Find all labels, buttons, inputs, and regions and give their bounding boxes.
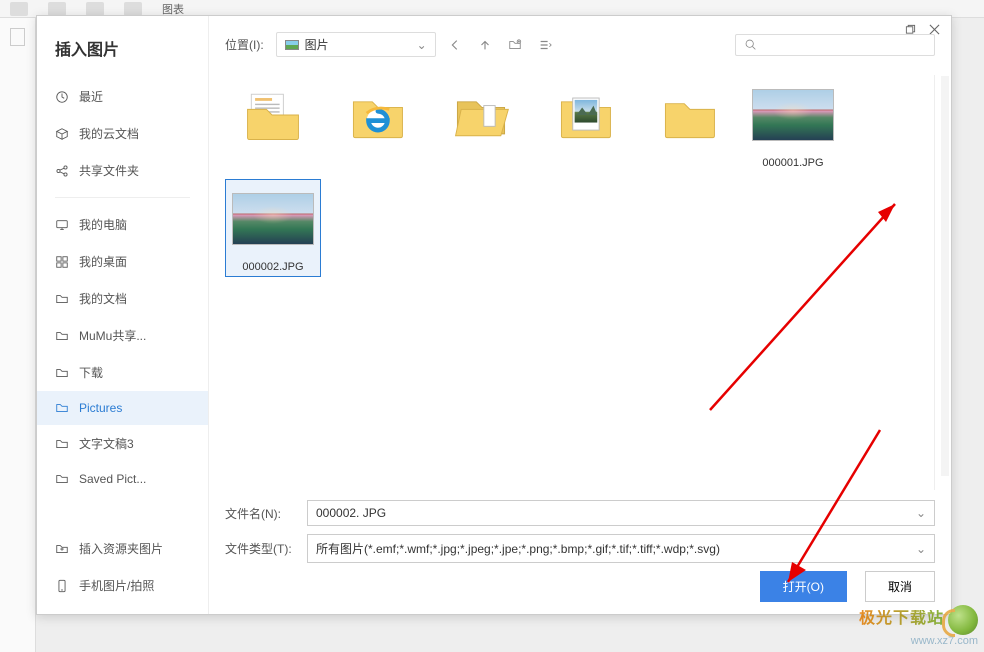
chevron-down-icon: ⌄ (916, 542, 926, 556)
phone-icon (55, 579, 69, 593)
cube-icon (55, 127, 69, 141)
nav-label: 我的电脑 (79, 216, 127, 233)
nav-label: 文字文稿3 (79, 435, 134, 452)
search-input[interactable] (763, 38, 926, 52)
filename-input[interactable]: 000002. JPG ⌄ (307, 500, 935, 526)
folder-open-icon (448, 87, 514, 143)
nav-savedpict[interactable]: Saved Pict... (37, 462, 208, 496)
folder-icon (55, 292, 69, 306)
grid-icon (55, 255, 69, 269)
file-item-folder[interactable] (225, 75, 321, 173)
chevron-down-icon: ⌄ (916, 506, 926, 520)
host-sidebar (0, 18, 36, 652)
folder-icon (55, 472, 69, 486)
nav-label: 最近 (79, 88, 103, 105)
nav-mumu[interactable]: MuMu共享... (37, 317, 208, 354)
filetype-value: 所有图片(*.emf;*.wmf;*.jpg;*.jpeg;*.jpe;*.pn… (316, 540, 720, 557)
file-label: 000001.JPG (749, 157, 837, 169)
scrollbar[interactable] (941, 76, 949, 476)
search-icon (744, 38, 757, 51)
new-folder-button[interactable] (504, 34, 526, 56)
nav-recent[interactable]: 最近 (37, 78, 208, 115)
chevron-down-icon: ⌄ (417, 38, 427, 52)
nav-desktop[interactable]: 我的桌面 (37, 243, 208, 280)
file-item-folder[interactable] (433, 75, 529, 173)
folder-icon (656, 87, 722, 143)
image-thumbnail (232, 193, 314, 245)
nav-label: 插入资源夹图片 (79, 540, 163, 557)
location-label: 位置(I): (225, 36, 264, 53)
insert-image-dialog: 插入图片 最近 我的云文档 共享文件夹 我的电脑 我的桌面 (36, 15, 952, 615)
watermark: 极光下载站 www.xz7.com (859, 605, 978, 648)
folder-icon (240, 87, 306, 143)
file-item-image[interactable]: 000002.JPG (225, 179, 321, 277)
search-box[interactable] (735, 34, 935, 56)
folder-icon (55, 366, 69, 380)
view-mode-button[interactable] (534, 34, 556, 56)
clock-icon (55, 90, 69, 104)
dialog-sidebar: 插入图片 最近 我的云文档 共享文件夹 我的电脑 我的桌面 (37, 16, 209, 614)
nav-label: Pictures (79, 401, 122, 415)
location-select[interactable]: 图片 ⌄ (276, 32, 436, 57)
filename-value: 000002. JPG (316, 506, 386, 520)
filename-label: 文件名(N): (225, 505, 297, 522)
nav-computer[interactable]: 我的电脑 (37, 206, 208, 243)
nav-label: Saved Pict... (79, 472, 146, 486)
folder-icon (55, 401, 69, 415)
open-button[interactable]: 打开(O) (760, 571, 847, 602)
watermark-text: 极光下载站 (859, 610, 944, 627)
filetype-label: 文件类型(T): (225, 540, 297, 557)
watermark-url: www.xz7.com (859, 635, 978, 648)
file-item-folder[interactable] (329, 75, 425, 173)
nav-label: 下载 (79, 364, 103, 381)
nav-pictures[interactable]: Pictures (37, 391, 208, 425)
nav-shared[interactable]: 共享文件夹 (37, 152, 208, 189)
folder-icon (552, 87, 618, 143)
image-thumbnail (752, 89, 834, 141)
back-button[interactable] (444, 34, 466, 56)
nav-label: 我的文档 (79, 290, 127, 307)
nav-label: MuMu共享... (79, 327, 146, 344)
file-item-folder[interactable] (537, 75, 633, 173)
file-item-image[interactable]: 000001.JPG (745, 75, 841, 173)
up-button[interactable] (474, 34, 496, 56)
file-label: 000002.JPG (229, 261, 317, 273)
file-item-folder[interactable] (641, 75, 737, 173)
nav-text3[interactable]: 文字文稿3 (37, 425, 208, 462)
nav-label: 我的云文档 (79, 125, 139, 142)
cancel-button[interactable]: 取消 (865, 571, 935, 602)
add-folder-icon (55, 542, 69, 556)
folder-icon (55, 329, 69, 343)
nav-resource-folder[interactable]: 插入资源夹图片 (37, 530, 208, 567)
folder-icon (344, 87, 410, 143)
folder-icon (55, 437, 69, 451)
pictures-icon (285, 40, 299, 50)
dialog-title: 插入图片 (37, 36, 208, 78)
nav-label: 手机图片/拍照 (79, 577, 154, 594)
share-icon (55, 164, 69, 178)
file-grid[interactable]: 000001.JPG 000002.JPG (225, 75, 935, 490)
location-value: 图片 (305, 36, 329, 53)
nav-label: 我的桌面 (79, 253, 127, 270)
monitor-icon (55, 218, 69, 232)
nav-cloud[interactable]: 我的云文档 (37, 115, 208, 152)
nav-label: 共享文件夹 (79, 162, 139, 179)
filetype-select[interactable]: 所有图片(*.emf;*.wmf;*.jpg;*.jpeg;*.jpe;*.pn… (307, 534, 935, 563)
globe-icon (948, 605, 978, 635)
nav-downloads[interactable]: 下载 (37, 354, 208, 391)
nav-phone-photo[interactable]: 手机图片/拍照 (37, 567, 208, 604)
divider (55, 197, 190, 198)
nav-documents[interactable]: 我的文档 (37, 280, 208, 317)
